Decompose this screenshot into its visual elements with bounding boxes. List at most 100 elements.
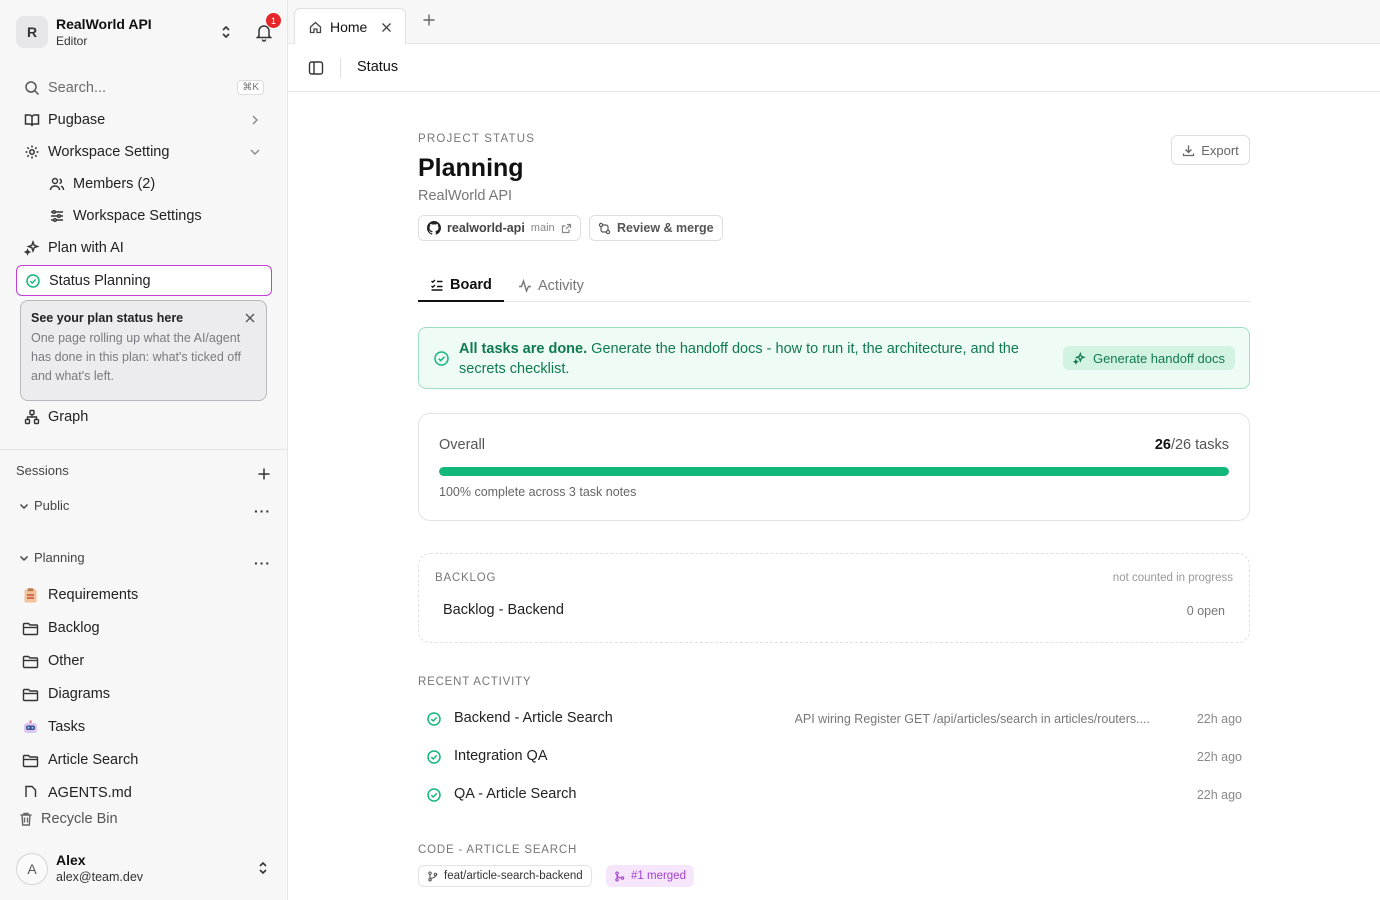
tab-home[interactable]: Home: [294, 8, 406, 44]
activity-row[interactable]: QA - Article Search 22h ago: [418, 780, 1250, 810]
repo-chip[interactable]: realworld-api main: [418, 215, 581, 241]
sidebar-item-label: Workspace Settings: [73, 208, 202, 224]
divider: [0, 449, 287, 450]
review-label: Review & merge: [617, 221, 714, 235]
plus-icon[interactable]: [257, 467, 271, 481]
workspace-role: Editor: [56, 34, 88, 48]
all-done-banner: All tasks are done. Generate the handoff…: [418, 327, 1250, 389]
backlog-title: BACKLOG: [435, 572, 497, 584]
review-merge-button[interactable]: Review & merge: [589, 215, 723, 241]
tab-activity[interactable]: Activity: [506, 270, 596, 302]
tooltip-title: See your plan status here: [31, 311, 184, 325]
export-button[interactable]: Export: [1171, 135, 1250, 165]
tree-item-requirements[interactable]: Requirements: [16, 581, 272, 611]
activity-row[interactable]: Integration QA 22h ago: [418, 742, 1250, 772]
repo-name: realworld-api: [447, 221, 525, 235]
trash-icon: [20, 812, 32, 826]
tree-item-article-search[interactable]: Article Search: [16, 746, 272, 776]
new-tab-plus-icon[interactable]: [422, 13, 436, 27]
sidebar-item-pugbase[interactable]: Pugbase: [16, 105, 272, 135]
circle-check-icon: [427, 788, 441, 802]
group-public[interactable]: Public: [18, 498, 69, 513]
users-icon: [49, 177, 65, 191]
sidebar-item-status-planning[interactable]: Status Planning: [16, 265, 272, 296]
page-eyebrow: PROJECT STATUS: [418, 133, 536, 145]
sidebar-item-label: Plan with AI: [48, 240, 124, 256]
close-icon[interactable]: [244, 312, 256, 324]
chevrons-up-down-icon[interactable]: [218, 24, 234, 40]
branch-name: feat/article-search-backend: [444, 870, 583, 882]
notification-badge: 1: [266, 13, 281, 28]
activity-desc: API wiring Register GET /api/articles/se…: [794, 712, 1150, 726]
progress-fill: [439, 467, 1229, 476]
search-input[interactable]: Search...: [48, 80, 106, 96]
generate-handoff-docs-button[interactable]: Generate handoff docs: [1062, 346, 1235, 370]
circle-check-icon: [427, 712, 441, 726]
folder-icon: [22, 655, 39, 669]
backlog-item[interactable]: Backlog - Backend: [443, 602, 564, 618]
sidebar-item-graph[interactable]: Graph: [16, 402, 272, 432]
progress-bar: [439, 467, 1229, 476]
sidebar-item-workspace-settings[interactable]: Workspace Settings: [16, 201, 272, 231]
group-planning[interactable]: Planning: [18, 550, 85, 565]
done-count: 26: [1154, 437, 1171, 453]
export-label: Export: [1201, 142, 1239, 158]
chevrons-up-down-icon[interactable]: [255, 860, 271, 876]
git-branch-icon: [428, 870, 438, 882]
tree-item-tasks[interactable]: Tasks: [16, 713, 272, 743]
circle-check-icon: [434, 351, 449, 366]
chevron-right-icon: [252, 115, 258, 125]
tree-item-agents-md[interactable]: AGENTS.md: [16, 779, 272, 797]
workspace-name: RealWorld API: [56, 16, 152, 32]
activity-row[interactable]: Backend - Article Search API wiring Regi…: [418, 704, 1250, 734]
overall-progress-card: Overall 26/26 tasks 100% complete across…: [418, 413, 1250, 521]
git-merge-icon: [615, 870, 625, 882]
sidebar-item-workspace-setting[interactable]: Workspace Setting: [16, 137, 272, 167]
folder-icon: [22, 688, 39, 702]
panel-left-icon[interactable]: [308, 60, 324, 76]
sidebar: R RealWorld API Editor 1 Search... ⌘K Pu…: [0, 0, 288, 900]
tree-item-label: Backlog: [48, 620, 100, 636]
tree-item-backlog[interactable]: Backlog: [16, 614, 272, 644]
pr-label: #1 merged: [631, 870, 686, 882]
tree-item-inner: AGENTS.md: [16, 779, 272, 797]
tree-item-diagrams[interactable]: Diagrams: [16, 680, 272, 710]
generate-label: Generate handoff docs: [1092, 350, 1225, 366]
search-box[interactable]: Search... ⌘K: [16, 73, 272, 103]
file-icon: [25, 785, 37, 797]
more-icon[interactable]: ···: [254, 555, 271, 571]
banner-text: All tasks are done. Generate the handoff…: [459, 339, 1049, 379]
github-icon: [427, 221, 441, 235]
divider: [340, 58, 341, 78]
main-content: PROJECT STATUS Planning RealWorld API Ex…: [418, 92, 1250, 900]
chevron-down-icon: [19, 503, 29, 509]
user-menu[interactable]: A Alex alex@team.dev: [16, 852, 274, 886]
activity-label: QA - Article Search: [454, 786, 577, 802]
onboarding-tooltip: See your plan status here One page rolli…: [20, 300, 267, 401]
overall-note: 100% complete across 3 task notes: [439, 485, 637, 499]
tree-item-label: AGENTS.md: [48, 785, 132, 797]
total-count: /26 tasks: [1170, 437, 1229, 453]
chevron-down-icon: [250, 149, 260, 155]
sidebar-item-plan-with-ai[interactable]: Plan with AI: [16, 233, 272, 263]
tree-item-label: Other: [48, 653, 85, 669]
avatar: A: [16, 853, 48, 885]
recycle-bin-label: Recycle Bin: [41, 811, 118, 827]
close-icon[interactable]: [381, 22, 392, 33]
tooltip-body: One page rolling up what the AI/agent ha…: [31, 331, 241, 383]
gear-icon: [25, 145, 39, 159]
tab-label: Home: [330, 19, 368, 35]
more-icon[interactable]: ···: [254, 503, 271, 519]
breadcrumb: Status: [357, 59, 399, 75]
activity-label: Integration QA: [454, 748, 548, 764]
tab-bar: Home: [288, 0, 1380, 44]
tab-board[interactable]: Board: [418, 270, 504, 302]
pr-merged-badge[interactable]: #1 merged: [606, 865, 694, 887]
recent-activity-title: RECENT ACTIVITY: [418, 676, 532, 688]
sidebar-item-members[interactable]: Members (2): [16, 169, 272, 199]
circle-check-icon: [427, 750, 441, 764]
backlog-card: BACKLOG not counted in progress Backlog …: [418, 553, 1250, 643]
tree-item-other[interactable]: Other: [16, 647, 272, 677]
branch-chip[interactable]: feat/article-search-backend: [418, 865, 592, 887]
workspace-switcher[interactable]: R RealWorld API Editor 1: [16, 13, 281, 49]
